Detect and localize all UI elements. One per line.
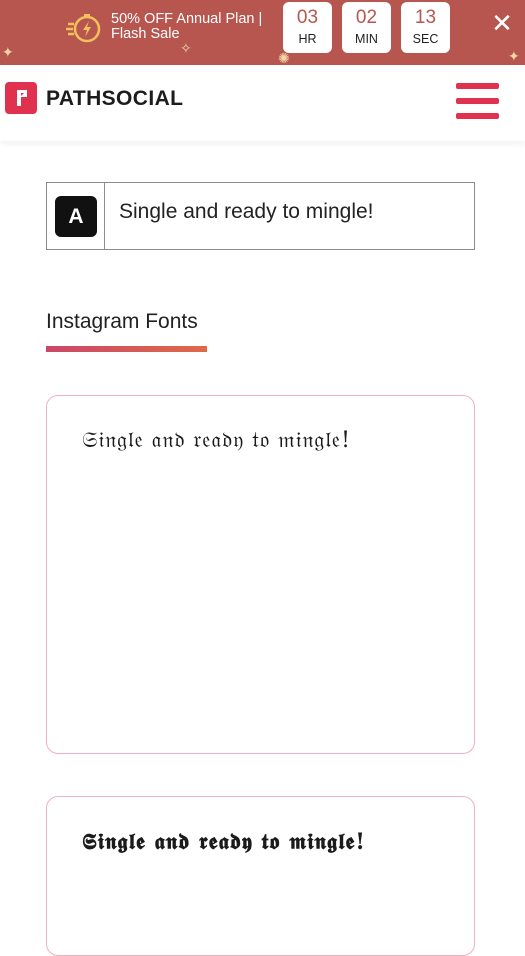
timer-hours-unit: HR: [298, 32, 317, 46]
section-underline: [46, 346, 207, 352]
timer-seconds-unit: SEC: [412, 32, 439, 46]
sparkle-decoration: ✦: [2, 44, 14, 60]
discount-clock-icon: [66, 14, 101, 43]
font-preview-text: 𝕾𝖎𝖓𝖌𝖑𝖊 𝖆𝖓𝖉 𝖗𝖊𝖆𝖉𝖞 𝖙𝖔 𝖒𝖎𝖓𝖌𝖑𝖊!: [82, 829, 366, 855]
close-icon[interactable]: ✕: [488, 10, 516, 38]
site-header: PATHSOCIAL: [0, 65, 525, 141]
font-card[interactable]: 𝔖𝔦𝔫𝔤𝔩𝔢 𝔞𝔫𝔡 𝔯𝔢𝔞𝔡𝔶 𝔱𝔬 𝔪𝔦𝔫𝔤𝔩𝔢!: [46, 395, 475, 754]
text-input-box[interactable]: A Single and ready to mingle!: [46, 182, 475, 250]
font-preview-text: 𝔖𝔦𝔫𝔤𝔩𝔢 𝔞𝔫𝔡 𝔯𝔢𝔞𝔡𝔶 𝔱𝔬 𝔪𝔦𝔫𝔤𝔩𝔢!: [82, 428, 351, 453]
promo-banner: ✦ ✧ ✺ ✦ 50% OFF Annual Plan | Flash Sale…: [0, 0, 525, 65]
promo-text: 50% OFF Annual Plan | Flash Sale: [111, 12, 262, 42]
timer-seconds: 13 SEC: [401, 2, 450, 53]
timer-minutes: 02 MIN: [342, 2, 391, 53]
timer-minutes-value: 02: [355, 7, 378, 28]
promo-offer: 50% OFF Annual Plan |: [111, 11, 263, 27]
font-letter-icon: A: [55, 196, 97, 237]
font-card[interactable]: 𝕾𝖎𝖓𝖌𝖑𝖊 𝖆𝖓𝖉 𝖗𝖊𝖆𝖉𝖞 𝖙𝖔 𝖒𝖎𝖓𝖌𝖑𝖊!: [46, 796, 475, 956]
promo-sale-label: Flash Sale: [111, 26, 180, 42]
menu-icon[interactable]: [456, 83, 499, 121]
logo-text[interactable]: PATHSOCIAL: [46, 87, 183, 111]
sparkle-decoration: ✧: [180, 40, 192, 56]
text-input[interactable]: Single and ready to mingle!: [119, 200, 374, 224]
sparkle-decoration: ✦: [508, 48, 520, 64]
timer-hours-value: 03: [296, 7, 319, 28]
section-title: Instagram Fonts: [46, 310, 198, 333]
timer-seconds-value: 13: [414, 7, 437, 28]
timer-minutes-unit: MIN: [355, 32, 378, 46]
logo-icon[interactable]: [5, 82, 37, 114]
timer-hours: 03 HR: [283, 2, 332, 53]
font-toggle-cell: A: [47, 183, 105, 249]
